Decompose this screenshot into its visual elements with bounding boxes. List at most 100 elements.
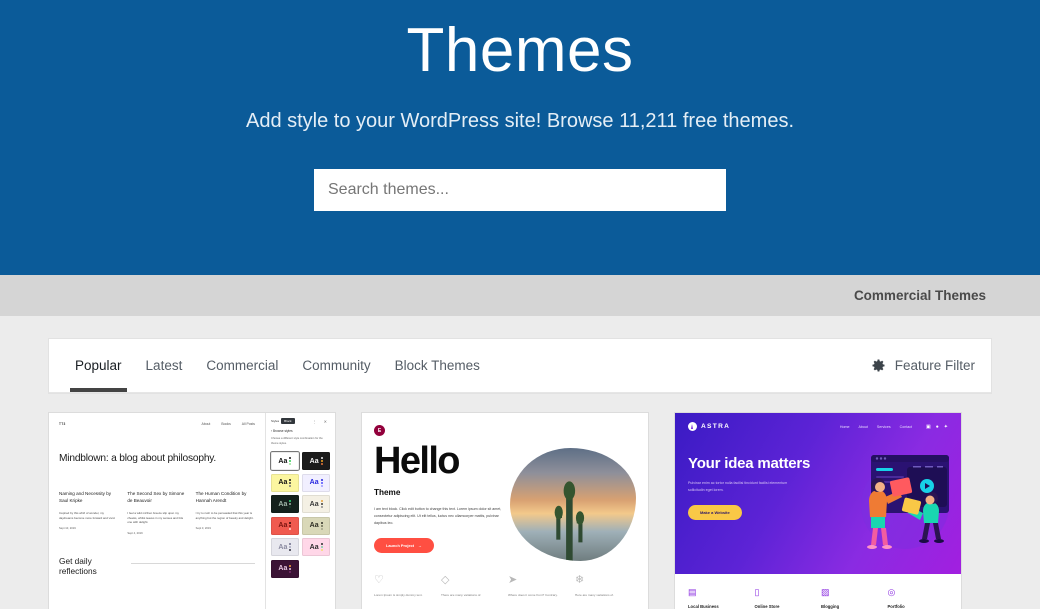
hello-feature-text: Lorem Ipsum is simply dummy text. (374, 593, 423, 597)
tt3-post-title: The Human Condition by Hannah Arendt (195, 491, 247, 503)
tt3-post-item: Naming and Necessity by Saul Kripke Insp… (59, 491, 118, 535)
paper-plane-icon: ➤ (508, 574, 518, 586)
tt3-styles-panel: Styles Block ⋮ ✕ ‹ Browse styles Choose … (265, 413, 335, 609)
style-swatch[interactable]: Aa (271, 473, 299, 492)
tt3-panel-description: Choose a different style combination for… (271, 437, 323, 445)
search-container (0, 169, 1040, 211)
feature-filter-label: Feature Filter (894, 358, 975, 373)
style-swatch[interactable]: Aa (302, 473, 330, 492)
astra-nav-about: About (858, 424, 868, 429)
twitter-icon: ✦ (943, 423, 948, 430)
astra-cta-button: Make a Website (688, 504, 742, 520)
hello-subheadline: Theme (374, 488, 401, 497)
tt3-footer-heading: Get daily reflections (59, 556, 97, 577)
hello-cta-button: Launch Project → (374, 538, 434, 554)
theme-screenshot-hello: E Hello Theme I am text block. Click edi… (362, 413, 648, 609)
tt3-post-list: Naming and Necessity by Saul Kripke Insp… (59, 491, 255, 535)
hello-feature-item: ♡ Lorem Ipsum is simply dummy text. (374, 575, 435, 598)
elementor-logo-icon: E (374, 425, 385, 436)
tt3-post-excerpt: I feel a wild mirthen breeze slip upon m… (127, 510, 184, 525)
page-hero: Themes Add style to your WordPress site!… (0, 0, 1040, 275)
facebook-icon: ● (935, 423, 939, 430)
page-title: Themes (406, 16, 634, 85)
tt3-post-item: The Human Condition by Hannah Arendt I t… (196, 491, 255, 535)
tt3-nav-books: Books (221, 422, 231, 426)
hello-feature-row: ♡ Lorem Ipsum is simply dummy text. ◇ Th… (374, 575, 636, 598)
nav-link-commercial-themes[interactable]: Commercial Themes (854, 288, 986, 303)
tt3-post-excerpt: I try to rush to be persuaded that this … (195, 510, 254, 520)
search-input[interactable] (314, 169, 726, 211)
theme-screenshot-astra: ASTRA Home About Services Contact ▣ ● ✦ (675, 413, 961, 609)
tt3-nav-about: About (201, 422, 211, 426)
astra-feature-item: ▨ Blogging Lorem ipsum dolor consectetur… (821, 588, 882, 609)
hello-feature-item: ◇ There are many variations of. (441, 575, 502, 598)
astra-nav-contact: Contact (899, 424, 913, 429)
tab-commercial[interactable]: Commercial (194, 339, 290, 392)
hello-feature-text: Here are many variations of. (575, 593, 614, 597)
hello-feature-text: Where does it come from? Contrary. (508, 593, 558, 597)
style-swatch[interactable]: Aa (302, 495, 330, 514)
main-content: Popular Latest Commercial Community Bloc… (0, 316, 1040, 609)
secondary-nav: Commercial Themes (0, 275, 1040, 316)
astra-paragraph: Pulvinar enim ac tortor nulla facilisi t… (688, 481, 788, 492)
tab-popular[interactable]: Popular (63, 339, 134, 392)
tt3-logo: TT3 (59, 422, 66, 426)
tab-latest[interactable]: Latest (134, 339, 195, 392)
tt3-post-item: The Second Sex by Simone de Beauvoir I f… (127, 491, 186, 535)
style-swatch[interactable]: Aa (270, 451, 300, 472)
astra-nav-services: Services (876, 424, 891, 429)
tt3-post-excerpt: Inspired by this whirl of wonder, my day… (59, 510, 116, 520)
hello-feature-text: There are many variations of. (441, 593, 482, 597)
cactus-illustration (554, 480, 584, 561)
astra-feature-item: ▤ Local Business Lorem ipsum dolor conse… (688, 588, 749, 609)
gear-icon (871, 358, 886, 373)
hello-hero-image (510, 448, 636, 561)
tt3-panel-close-icon: ⋮ ✕ (312, 418, 330, 424)
style-swatch[interactable]: Aa (302, 538, 330, 557)
pencil-square-icon: ▨ (821, 587, 830, 597)
tabs-row: Popular Latest Commercial Community Bloc… (49, 339, 991, 392)
hello-headline: Hello (374, 440, 461, 482)
feature-filter-button[interactable]: Feature Filter (871, 358, 975, 373)
diamond-icon: ◇ (441, 574, 450, 586)
building-icon: ▤ (688, 587, 697, 597)
astra-hero-illustration (861, 455, 949, 549)
astra-feature-row: ▤ Local Business Lorem ipsum dolor conse… (675, 574, 961, 609)
style-swatch[interactable]: Aa (271, 495, 299, 514)
theme-filter-tabs: Popular Latest Commercial Community Bloc… (63, 339, 492, 392)
hello-paragraph: I am text block. Click edit button to ch… (374, 507, 502, 525)
target-icon: ◎ (887, 587, 896, 597)
tt3-post-date: Sept 3, 2019 (195, 527, 211, 531)
astra-feature-title: Blogging (821, 604, 840, 609)
astra-brand-name: ASTRA (701, 423, 731, 430)
style-swatch[interactable]: Aa (271, 559, 299, 578)
tt3-headline: Mindblown: a blog about philosophy. (59, 453, 217, 464)
theme-browser-toolbar: Popular Latest Commercial Community Bloc… (48, 338, 992, 394)
tt3-tab-block: Block (281, 418, 295, 424)
tt3-divider (131, 563, 255, 565)
tt3-post-date: Sept 10, 2019 (59, 527, 76, 531)
tt3-tab-styles: Styles (271, 419, 280, 423)
astra-feature-item: ◎ Portfolio Lorem ipsum dolor consectetu… (888, 588, 949, 609)
tab-community[interactable]: Community (290, 339, 382, 392)
astra-nav: Home About Services Contact ▣ ● ✦ (840, 424, 948, 430)
theme-grid: TT3 About Books All Posts Mindblown: a b… (48, 412, 992, 609)
style-swatch[interactable]: Aa (302, 516, 330, 535)
lightbulb-icon: ♡ (374, 574, 384, 586)
theme-card-astra[interactable]: ASTRA Home About Services Contact ▣ ● ✦ (674, 412, 962, 609)
theme-screenshot-tt3: TT3 About Books All Posts Mindblown: a b… (49, 413, 335, 609)
style-swatch[interactable]: Aa (302, 452, 330, 471)
astra-feature-title: Portfolio (887, 604, 905, 609)
tt3-post-title: Naming and Necessity by Saul Kripke (59, 491, 112, 503)
tt3-post-title: The Second Sex by Simone de Beauvoir (127, 491, 185, 503)
style-swatch[interactable]: Aa (271, 516, 299, 535)
hello-feature-item: ➤ Where does it come from? Contrary. (508, 575, 569, 598)
theme-card-hello-elementor[interactable]: E Hello Theme I am text block. Click edi… (361, 412, 649, 609)
tt3-post-date: Sept 4, 2019 (127, 532, 143, 536)
style-swatch[interactable]: Aa (271, 538, 299, 557)
theme-card-twenty-twenty-three[interactable]: TT3 About Books All Posts Mindblown: a b… (48, 412, 336, 609)
tab-block-themes[interactable]: Block Themes (383, 339, 492, 392)
astra-logo-icon (688, 422, 697, 431)
tt3-nav-all-posts: All Posts (241, 422, 255, 426)
tt3-style-swatches: Aa Aa Aa Aa Aa Aa Aa Aa Aa Aa Aa (270, 451, 330, 578)
